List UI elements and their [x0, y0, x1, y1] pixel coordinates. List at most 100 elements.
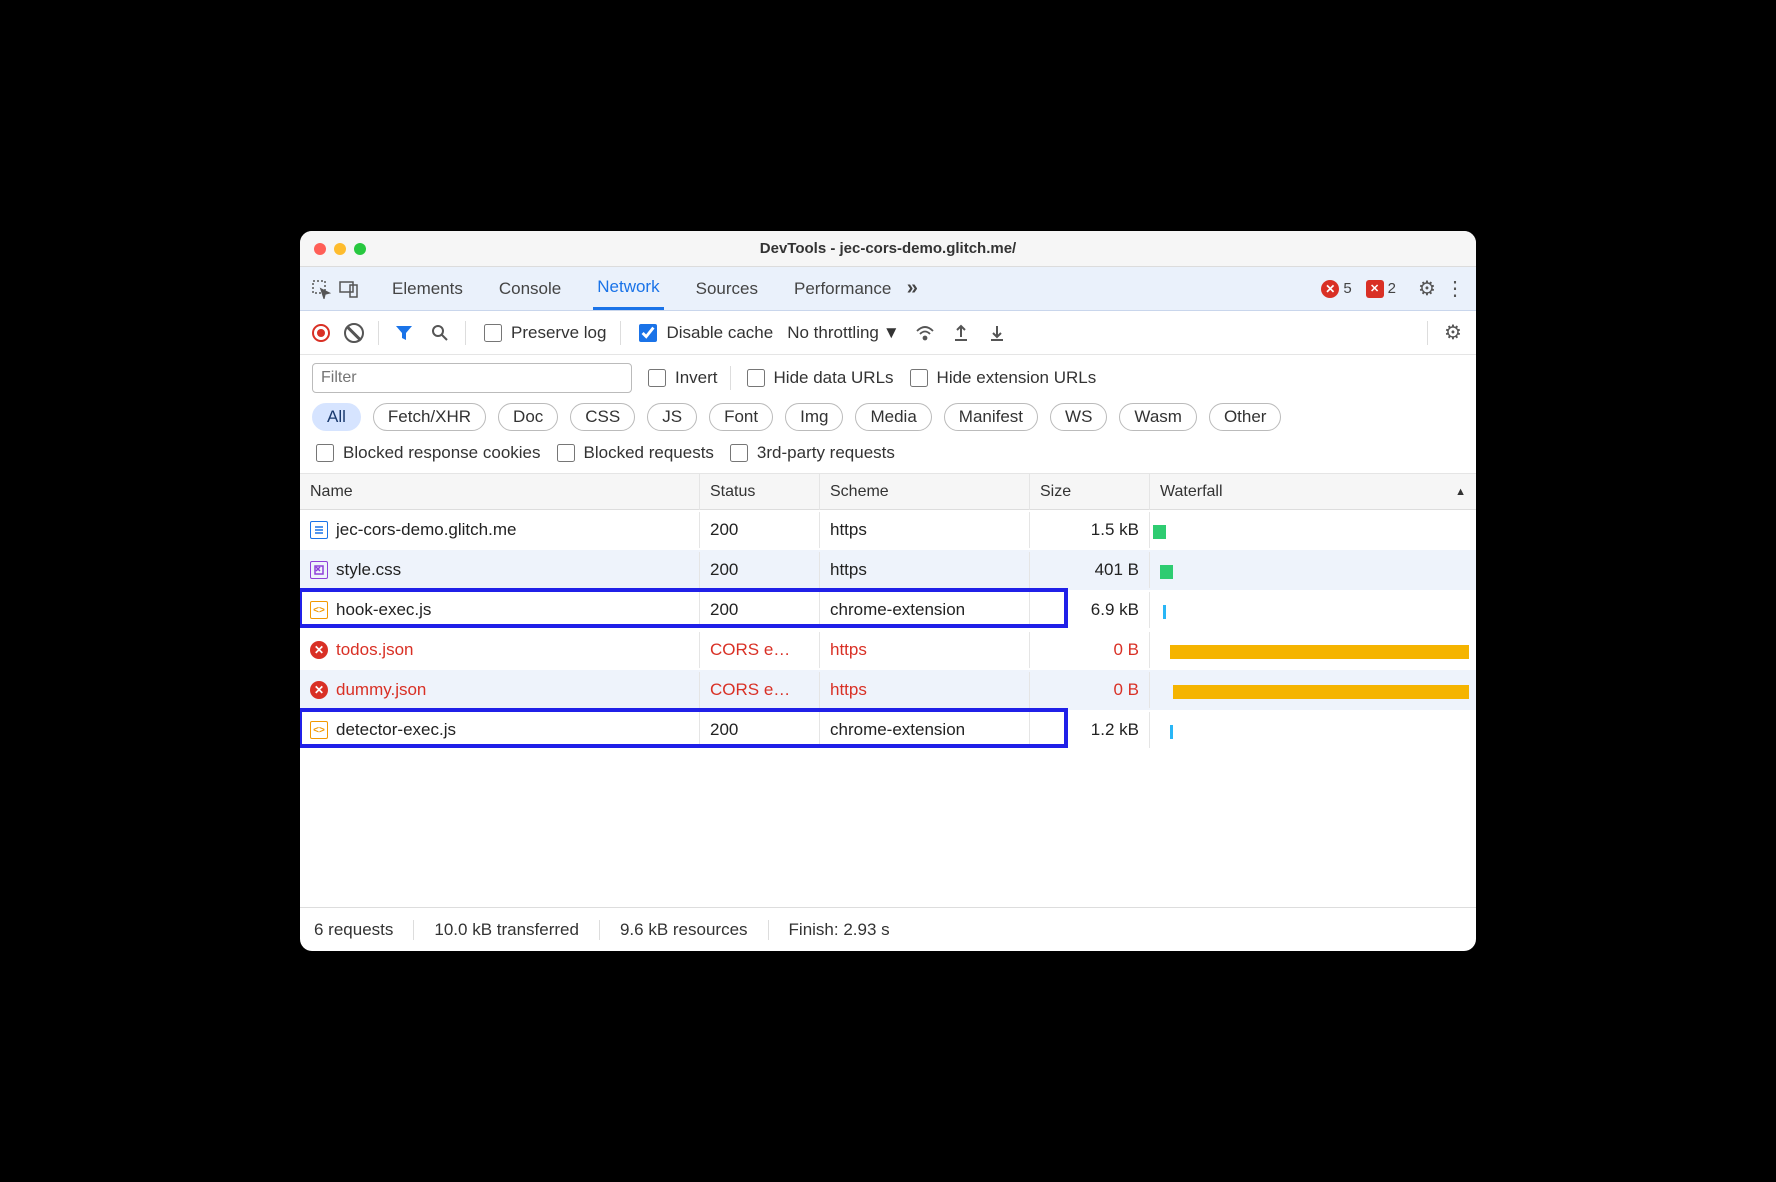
request-table: Name Status Scheme Size Waterfall▲ jec-c…: [300, 474, 1476, 907]
filter-type-font[interactable]: Font: [709, 403, 773, 431]
chevron-down-icon: ▼: [883, 323, 900, 343]
clear-button[interactable]: [344, 323, 364, 343]
filter-type-fetch-xhr[interactable]: Fetch/XHR: [373, 403, 486, 431]
traffic-lights: [314, 243, 366, 255]
cell-scheme: https: [820, 632, 1030, 668]
network-conditions-icon[interactable]: [914, 322, 936, 344]
tab-network[interactable]: Network: [593, 267, 663, 310]
cell-waterfall: [1150, 632, 1476, 668]
minimize-window-button[interactable]: [334, 243, 346, 255]
record-button[interactable]: [312, 324, 330, 342]
cell-scheme: https: [820, 672, 1030, 708]
script-icon: <>: [310, 721, 328, 739]
error-icon: ✕: [1321, 280, 1339, 298]
request-name: jec-cors-demo.glitch.me: [336, 520, 516, 540]
blocked-requests-checkbox[interactable]: Blocked requests: [553, 441, 714, 465]
preserve-log-label: Preserve log: [511, 323, 606, 343]
transferred-size: 10.0 kB transferred: [434, 920, 579, 940]
panel-tabs: Elements Console Network Sources Performance: [388, 267, 895, 310]
zoom-window-button[interactable]: [354, 243, 366, 255]
invert-checkbox[interactable]: Invert: [644, 366, 718, 390]
filter-type-ws[interactable]: WS: [1050, 403, 1107, 431]
request-count: 6 requests: [314, 920, 393, 940]
cell-name: <> detector-exec.js: [300, 712, 700, 748]
resources-size: 9.6 kB resources: [620, 920, 748, 940]
table-row[interactable]: ✕dummy.jsonCORS e…https0 B: [300, 670, 1476, 710]
filter-type-img[interactable]: Img: [785, 403, 843, 431]
disable-cache-checkbox[interactable]: Disable cache: [635, 321, 773, 345]
more-tabs-icon[interactable]: »: [901, 278, 923, 300]
upload-har-icon[interactable]: [950, 322, 972, 344]
close-window-button[interactable]: [314, 243, 326, 255]
col-size[interactable]: Size: [1030, 474, 1150, 510]
issue-icon: ✕: [1366, 280, 1384, 298]
filter-type-css[interactable]: CSS: [570, 403, 635, 431]
hide-ext-label: Hide extension URLs: [937, 368, 1097, 388]
inspect-icon[interactable]: [310, 278, 332, 300]
cell-name: style.css: [300, 552, 700, 588]
table-row[interactable]: <>detector-exec.js200chrome-extension1.2…: [300, 710, 1476, 750]
cell-name: ✕ dummy.json: [300, 672, 700, 708]
error-count: 5: [1343, 280, 1351, 297]
cell-size: 1.5 kB: [1030, 512, 1150, 548]
tab-elements[interactable]: Elements: [388, 267, 467, 310]
hide-data-label: Hide data URLs: [774, 368, 894, 388]
filter-type-all[interactable]: All: [312, 403, 361, 431]
col-status[interactable]: Status: [700, 474, 820, 510]
preserve-log-checkbox[interactable]: Preserve log: [480, 321, 606, 345]
table-row[interactable]: style.css200https401 B: [300, 550, 1476, 590]
col-waterfall[interactable]: Waterfall▲: [1150, 474, 1476, 510]
table-row[interactable]: ✕todos.jsonCORS e…https0 B: [300, 630, 1476, 670]
cell-size: 0 B: [1030, 632, 1150, 668]
blocked-req-label: Blocked requests: [584, 443, 714, 463]
cell-scheme: https: [820, 552, 1030, 588]
filter-type-doc[interactable]: Doc: [498, 403, 558, 431]
device-toggle-icon[interactable]: [338, 278, 360, 300]
stylesheet-icon: [310, 561, 328, 579]
issue-counter[interactable]: ✕ 2: [1366, 280, 1396, 298]
settings-icon[interactable]: ⚙: [1416, 278, 1438, 300]
hide-extension-urls-checkbox[interactable]: Hide extension URLs: [906, 366, 1097, 390]
tab-console[interactable]: Console: [495, 267, 565, 310]
filter-type-other[interactable]: Other: [1209, 403, 1282, 431]
blocked-cookies-label: Blocked response cookies: [343, 443, 541, 463]
request-name: detector-exec.js: [336, 720, 456, 740]
col-name[interactable]: Name: [300, 474, 700, 510]
blocked-cookies-checkbox[interactable]: Blocked response cookies: [312, 441, 541, 465]
cell-size: 401 B: [1030, 552, 1150, 588]
issue-count: 2: [1388, 280, 1396, 297]
status-bar: 6 requests 10.0 kB transferred 9.6 kB re…: [300, 907, 1476, 951]
cell-scheme: chrome-extension: [820, 592, 1030, 628]
table-body: jec-cors-demo.glitch.me200https1.5 kBsty…: [300, 510, 1476, 750]
cell-size: 6.9 kB: [1030, 592, 1150, 628]
filter-input[interactable]: [312, 363, 632, 393]
filter-type-wasm[interactable]: Wasm: [1119, 403, 1197, 431]
search-icon[interactable]: [429, 322, 451, 344]
tab-sources[interactable]: Sources: [692, 267, 762, 310]
error-icon: ✕: [310, 681, 328, 699]
kebab-menu-icon[interactable]: ⋮: [1444, 278, 1466, 300]
download-har-icon[interactable]: [986, 322, 1008, 344]
network-settings-icon[interactable]: ⚙: [1442, 322, 1464, 344]
error-counter[interactable]: ✕ 5: [1321, 280, 1351, 298]
devtools-window: DevTools - jec-cors-demo.glitch.me/ Elem…: [300, 231, 1476, 951]
error-icon: ✕: [310, 641, 328, 659]
table-row[interactable]: <>hook-exec.js200chrome-extension6.9 kB: [300, 590, 1476, 630]
cell-scheme: https: [820, 512, 1030, 548]
network-toolbar: Preserve log Disable cache No throttling…: [300, 311, 1476, 355]
invert-label: Invert: [675, 368, 718, 388]
table-row[interactable]: jec-cors-demo.glitch.me200https1.5 kB: [300, 510, 1476, 550]
cell-waterfall: [1150, 592, 1476, 628]
filter-type-manifest[interactable]: Manifest: [944, 403, 1038, 431]
tab-performance[interactable]: Performance: [790, 267, 895, 310]
document-icon: [310, 521, 328, 539]
filter-type-js[interactable]: JS: [647, 403, 697, 431]
col-scheme[interactable]: Scheme: [820, 474, 1030, 510]
hide-data-urls-checkbox[interactable]: Hide data URLs: [743, 366, 894, 390]
request-name: dummy.json: [336, 680, 426, 700]
filter-type-media[interactable]: Media: [855, 403, 931, 431]
throttling-select[interactable]: No throttling▼: [787, 323, 900, 343]
cell-waterfall: [1150, 552, 1476, 588]
filter-toggle-icon[interactable]: [393, 322, 415, 344]
thirdparty-checkbox[interactable]: 3rd-party requests: [726, 441, 895, 465]
